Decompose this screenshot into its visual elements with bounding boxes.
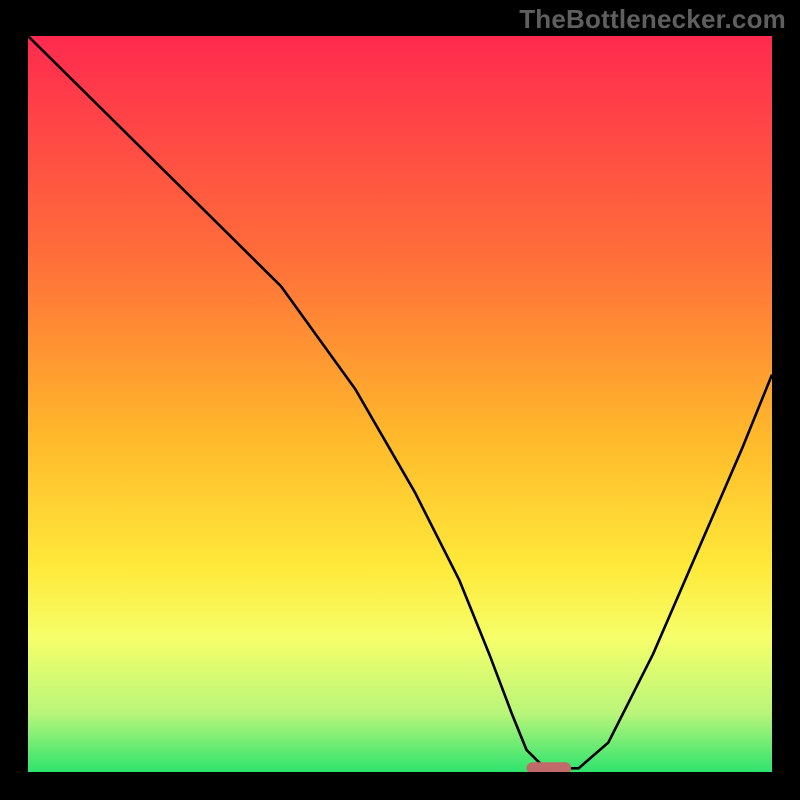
chart-frame: TheBottlenecker.com xyxy=(0,0,800,800)
bottleneck-chart xyxy=(28,36,772,772)
optimum-marker xyxy=(527,762,572,772)
plot-area xyxy=(28,36,772,772)
watermark-text: TheBottlenecker.com xyxy=(519,4,786,35)
